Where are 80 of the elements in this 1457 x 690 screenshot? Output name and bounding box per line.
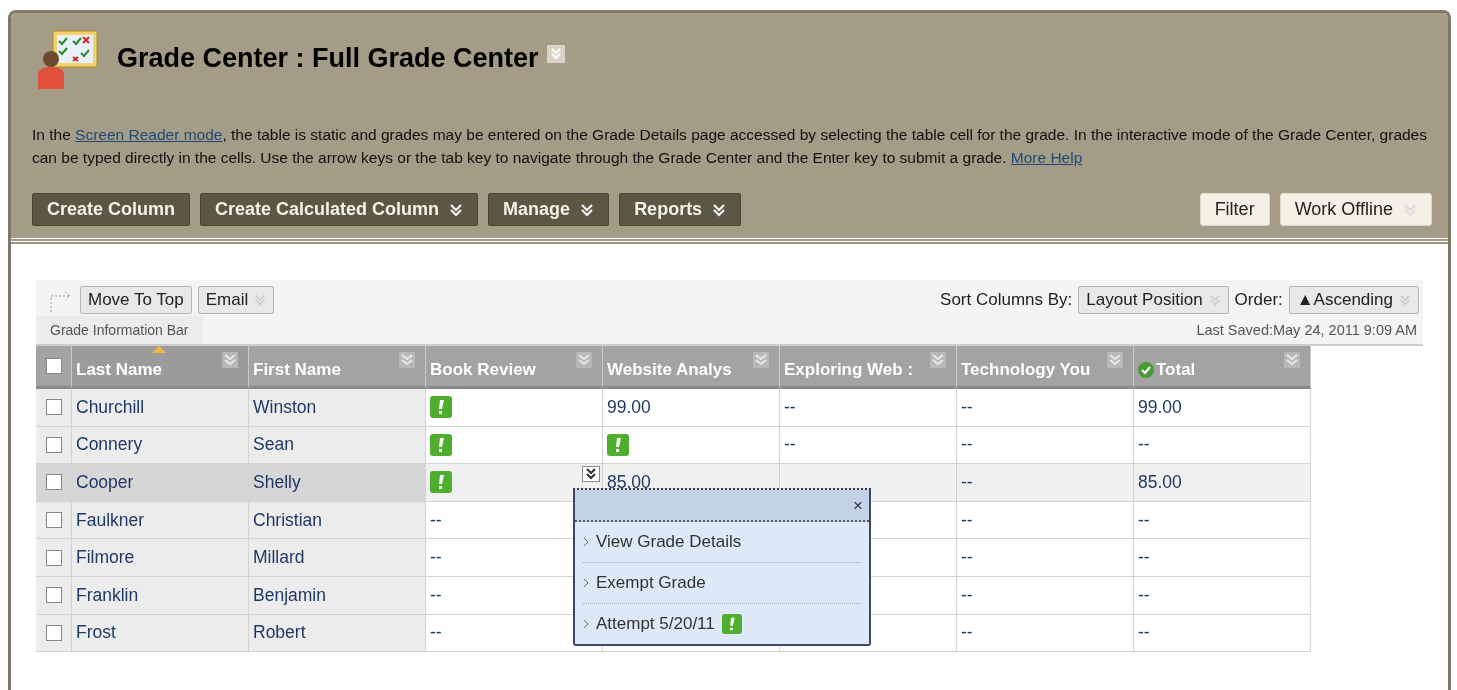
needs-grading-icon[interactable] — [607, 433, 629, 456]
grade-value[interactable]: 99.00 — [1138, 396, 1182, 418]
chevron-icon — [1399, 294, 1411, 306]
action-button[interactable]: Filter — [1199, 193, 1270, 226]
table-cell: Winston — [249, 389, 426, 427]
action-button[interactable]: Reports — [619, 193, 742, 226]
chevron-icon — [580, 202, 595, 217]
table-cell: Benjamin — [249, 576, 426, 615]
grade-value[interactable]: -- — [961, 434, 973, 456]
page-title: Grade Center : Full Grade Center — [117, 43, 539, 74]
table-cell: Connery — [72, 426, 249, 465]
grade-value[interactable]: -- — [1138, 622, 1150, 644]
chevron-icon — [583, 537, 589, 547]
table-cell: Cooper — [72, 464, 249, 502]
grade-value[interactable]: -- — [430, 584, 442, 606]
toolbar-button[interactable]: Move To Top — [80, 286, 192, 314]
chevron-icon — [583, 578, 589, 588]
row-checkbox[interactable] — [45, 399, 62, 416]
grade-value[interactable]: -- — [430, 509, 442, 531]
intro-text: In the Screen Reader mode, the table is static and grades may be entered on the Grade Details page accessed by selecting the table cell for the grade. In the interactive mode of the Grade Center, grades can be typed directly in the cells. Use the arrow keys or the tab key to navigate through the Grade Center and the Enter key to submit a grade. More Help — [32, 125, 1428, 168]
chevron-icon — [1208, 294, 1221, 306]
table-cell: Sean — [249, 426, 426, 465]
row-checkbox[interactable] — [45, 512, 62, 529]
grade-value[interactable]: -- — [961, 584, 973, 606]
grade-value[interactable]: -- — [430, 547, 442, 569]
last-saved-text: Last Saved:May 24, 2011 9:09 AM — [1196, 322, 1418, 338]
grade-value[interactable]: -- — [961, 547, 973, 569]
action-button[interactable]: Work Offline — [1279, 193, 1432, 226]
gradebook-icon — [35, 27, 99, 91]
menu-item[interactable]: Attempt 5/20/11 — [583, 604, 861, 644]
needs-grading-icon[interactable] — [430, 396, 452, 419]
row-checkbox[interactable] — [45, 549, 62, 566]
grade-value[interactable]: -- — [1138, 584, 1150, 606]
table-cell: Robert — [249, 614, 426, 653]
order-select[interactable]: ▲Ascending — [1288, 286, 1419, 314]
grade-value[interactable]: 85.00 — [1138, 472, 1182, 493]
grade-value[interactable]: -- — [961, 472, 973, 493]
action-button[interactable]: Create Calculated Column — [200, 193, 479, 226]
chevron-icon — [583, 619, 589, 629]
check-icon — [1138, 362, 1154, 378]
grade-value[interactable]: -- — [961, 396, 973, 418]
sort-label: Sort Columns By: — [940, 290, 1073, 310]
chevron-icon[interactable] — [582, 466, 600, 483]
row-checkbox[interactable] — [45, 587, 62, 604]
needs-grading-icon[interactable] — [430, 433, 452, 456]
order-label: Order: — [1234, 290, 1283, 310]
grade-value[interactable]: -- — [1138, 509, 1150, 531]
table-cell: Christian — [249, 501, 426, 540]
grade-value[interactable]: -- — [784, 396, 796, 418]
grade-value[interactable]: -- — [961, 622, 973, 644]
grade-value[interactable]: -- — [784, 434, 796, 456]
row-checkbox[interactable] — [45, 436, 62, 453]
table-cell: Churchill — [72, 389, 249, 427]
grade-value[interactable]: -- — [430, 622, 442, 644]
grade-value[interactable]: -- — [1138, 547, 1150, 569]
toolbar-button[interactable]: Email — [197, 286, 275, 314]
row-checkbox[interactable] — [45, 624, 62, 641]
table-cell: Filmore — [72, 539, 249, 577]
action-button[interactable]: Create Column — [32, 193, 191, 226]
row-checkbox[interactable] — [45, 474, 62, 491]
needs-grading-icon — [721, 614, 742, 634]
action-button[interactable]: Manage — [488, 193, 610, 226]
chevron-icon — [712, 202, 727, 217]
table-cell: Frost — [72, 614, 249, 653]
needs-grading-icon[interactable] — [430, 471, 452, 494]
table-cell: Faulkner — [72, 501, 249, 540]
grade-value[interactable]: -- — [961, 509, 973, 531]
chevron-icon — [449, 202, 464, 217]
table-cell: Shelly — [249, 464, 426, 502]
close-icon[interactable]: × — [853, 496, 863, 514]
chevron-icon — [254, 294, 267, 306]
info-bar: Grade Information Bar — [36, 316, 203, 344]
menu-item[interactable]: Exempt Grade — [583, 563, 861, 604]
grade-value[interactable]: 99.00 — [607, 396, 651, 418]
sort-select[interactable]: Layout Position — [1078, 286, 1229, 314]
table-cell: Franklin — [72, 576, 249, 615]
menu-item[interactable]: View Grade Details — [583, 522, 861, 563]
grade-value[interactable]: -- — [1138, 434, 1150, 456]
select-all-checkbox[interactable] — [45, 358, 62, 374]
table-cell: Millard — [249, 539, 426, 577]
